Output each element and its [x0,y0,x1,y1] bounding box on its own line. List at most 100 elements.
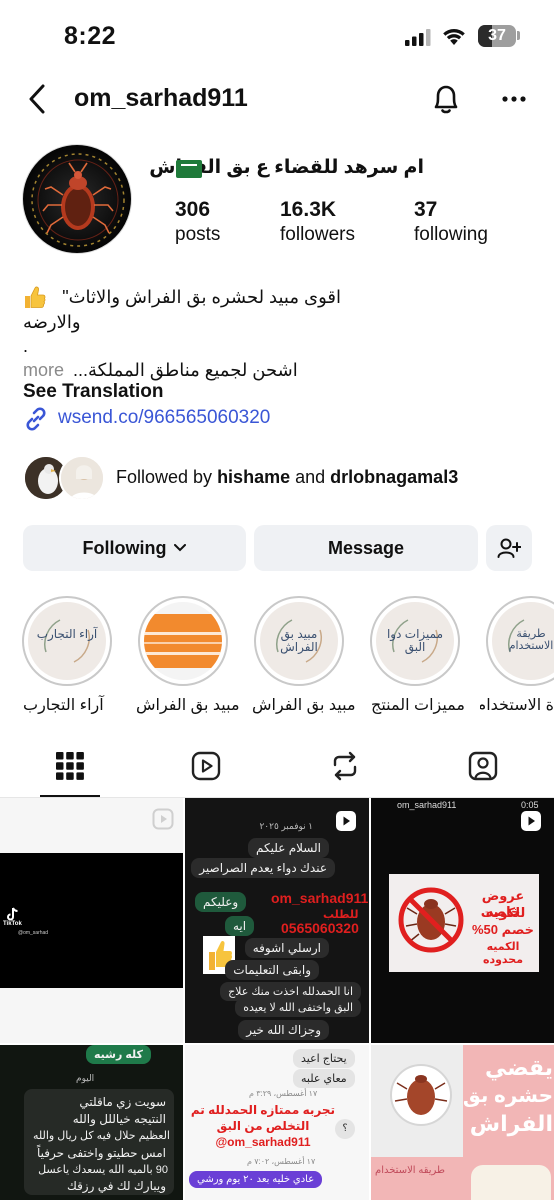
chat-reply: ايه [225,916,255,936]
grid-post-4[interactable]: كله رشيه اليوم سويت زي ماقلتي النتيجه خي… [0,1045,183,1200]
highlight-label-bedbug-2: مبيد بق الفراش [252,697,356,714]
offer-card: عروض خاصه للكويت خصم 50% الكميه محدوده [389,874,539,972]
offer-line-2: للكويت [480,905,526,920]
bedbug-photo [371,1045,463,1157]
following-button-label: Following [82,537,167,558]
chat-message: البق واختفى الله لا يعيده [235,998,361,1017]
highlight-label-reviews: آراء التجارب [23,697,104,714]
bedbug-logo-icon [31,153,125,247]
profile-username: om_sarhad911 [74,84,248,112]
review-line: ويبارك لك في رزقك [66,1179,166,1193]
bio-website-link[interactable]: wsend.co/966565060320 [58,407,270,429]
testimonial-username: @om_sarhad911 [215,1135,311,1149]
video-frame [0,853,183,988]
highlight-ring: مميزات دوا البق [370,596,460,686]
bio-line-4: اشحن لجميع مناطق المملكة... [73,360,298,380]
grid-post-1[interactable]: TikTok @om_sarhad [0,798,183,1043]
message-button[interactable]: Message [254,525,478,571]
followed-by-user-1[interactable]: hishame [217,467,290,487]
tagged-icon[interactable] [468,750,498,782]
chat-message: معاي علبه [293,1069,355,1088]
chat-date: ١٧ أغسطس، ٧:٠٢ م [247,1157,316,1166]
highlight-cover-text: طريقة الاستخدام [508,628,554,652]
bio-more-link[interactable]: more اشحن لجميع مناطق المملكة... [23,360,298,381]
following-button[interactable]: Following [23,525,246,571]
posts-stat[interactable]: 306 posts [175,198,220,246]
following-label: following [414,224,488,245]
posts-count: 306 [175,198,211,221]
offer-line-4: الكميه محدوده [482,941,524,966]
testimonial-line-2: التخلص من البق [216,1119,310,1133]
battery-indicator: 37 [478,25,516,47]
link-icon [26,407,46,431]
reel-badge-icon [152,808,174,830]
promo-big-line-3: الفراش [469,1111,553,1136]
question-bubble: ؟ [335,1119,355,1139]
message-button-label: Message [327,537,405,558]
highlight-ring [138,596,228,686]
highlight-cover: آراء التجارب [28,602,106,680]
suggested-users-button[interactable] [486,525,532,571]
highlight-ring: آراء التجارب [22,596,112,686]
chat-reply: وعليكم [195,892,247,912]
grid-post-3[interactable]: om_sarhad911 0:05 عروض خاصه للكويت خصم 5… [371,798,554,1043]
tiktok-logo-icon [7,907,18,921]
more-options-icon[interactable] [502,96,526,102]
cellular-signal-icon [405,29,431,46]
highlight-usage[interactable]: طريقة الاستخدام [484,596,554,686]
chat-reply: عادي خليه بعد ٢٠ يوم ورشي [189,1171,323,1188]
bio-line-1: اقوى مبيد لحشره بق الفراش والاثاث" [62,287,341,307]
wifi-icon [443,29,465,45]
followed-by-prefix: Followed by [116,467,213,487]
video-duration: 0:05 [521,800,539,810]
highlight-ring: طريقة الاستخدام [486,596,554,686]
chat-review-bubble: سويت زي ماقلتي النتيجه خياللل والله العظ… [24,1089,174,1195]
notification-bell-icon[interactable] [430,82,462,116]
highlight-features[interactable]: مميزات دوا البق [368,596,462,686]
followers-count: 16.3K [280,198,337,221]
follower-avatar-2[interactable] [59,455,105,501]
bio-line-2: والارضه [23,312,81,332]
highlight-bedbug-1[interactable] [136,596,230,686]
followed-by-and: and [295,467,326,487]
chat-today: اليوم [76,1073,95,1083]
chat-date: ١٧ أغسطس، ٣:٢٩ م [249,1089,318,1098]
followed-by-text[interactable]: Followed by hishame and drlobnagamal3 [116,467,458,488]
promo-big-line-1: يقضي [484,1055,553,1080]
status-bar: 8:22 37 [0,0,554,74]
tiktok-handle: @om_sarhad [18,930,49,936]
review-line: 90 بالميه الله يسعدك ياعسل [38,1164,168,1176]
highlight-cover: مبيد بق الفراش [260,602,338,680]
posts-label: posts [175,224,221,245]
grid-icon[interactable] [55,750,85,782]
highlight-cover [144,602,222,680]
following-count: 37 [414,198,438,221]
followed-by-user-2[interactable]: drlobnagamal3 [330,467,458,487]
grid-post-5[interactable]: يحتاج اعيد معاي علبه ١٧ أغسطس، ٣:٢٩ م تج… [185,1045,369,1200]
grid-post-2[interactable]: ١ نوفمبر ٢٠٢٥ السلام عليكم عندك دواء يعد… [185,798,369,1043]
tiktok-brand: TikTok [3,921,22,927]
highlight-reviews[interactable]: آراء التجارب [20,596,114,686]
review-line: العظيم حلال فيه كل ريال والله [32,1130,170,1142]
grid-post-6[interactable]: يقضي حشره بق الفراش طريقه الاستخدام [371,1045,554,1200]
promo-phone: 0565060320 [281,920,359,936]
reels-icon[interactable] [191,750,221,782]
leaf-wreath-icon [44,619,90,663]
following-stat[interactable]: 37 following [414,198,488,246]
back-arrow-icon[interactable] [26,82,50,116]
profile-avatar[interactable] [22,144,132,254]
saudi-flag-icon [176,160,202,178]
chevron-down-icon [174,544,187,552]
see-translation-button[interactable]: See Translation [23,381,163,403]
battery-percent: 37 [488,27,506,44]
no-bedbug-icon [398,887,464,953]
highlight-bedbug-2[interactable]: مبيد بق الفراش [252,596,346,686]
highlight-cover: طريقة الاستخدام [492,602,554,680]
more-label[interactable]: more [23,360,64,380]
followers-stat[interactable]: 16.3K followers [280,198,355,246]
battery-cap [517,31,520,40]
chat-message: السلام عليكم [248,838,329,858]
reposts-icon[interactable] [330,750,360,782]
highlight-label-bedbug-1: مبيد بق الفراش [136,697,240,714]
highlight-cover-text: مبيد بق الفراش [280,627,318,654]
